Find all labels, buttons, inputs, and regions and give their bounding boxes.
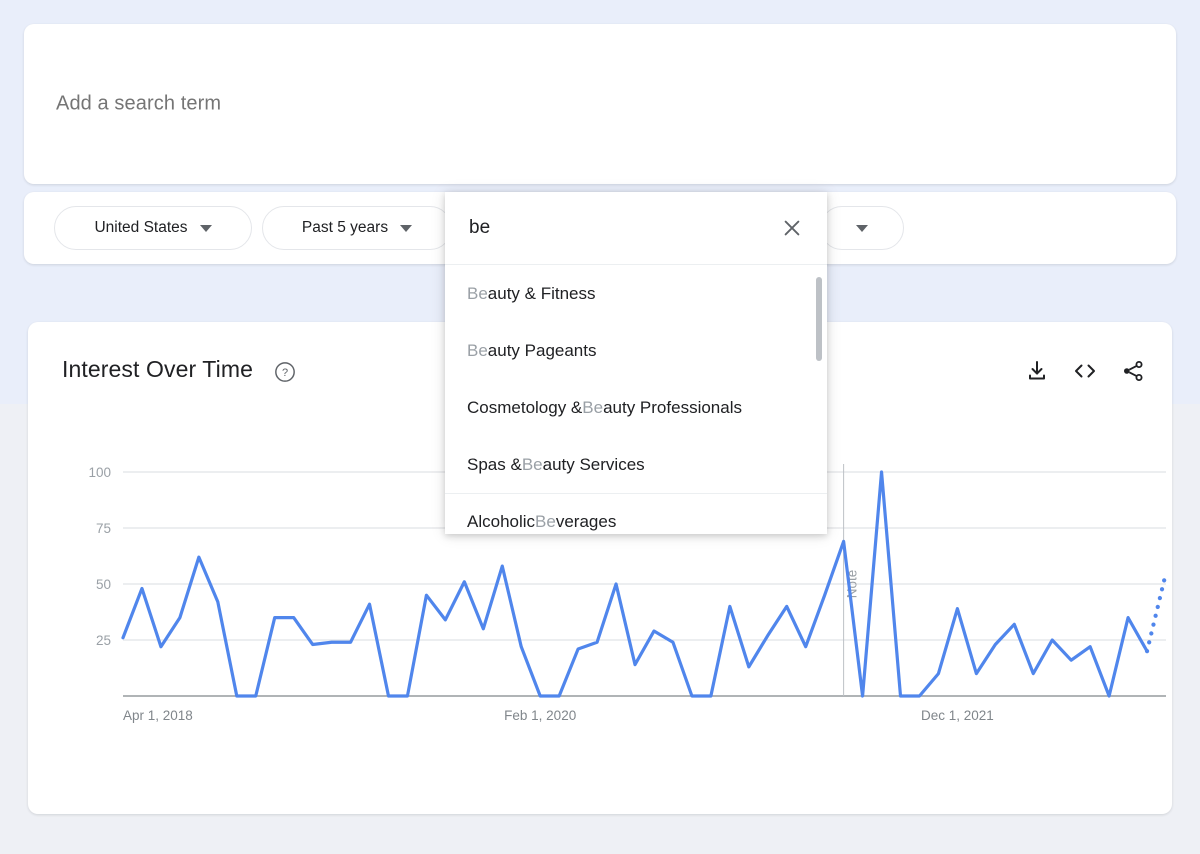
suggestion-rest-text: auty Professionals [603,397,742,417]
chevron-down-icon [856,224,868,232]
suggestion-item[interactable]: Be auty & Fitness [445,265,827,322]
suggestion-item[interactable]: Spas & Be auty Services [445,436,827,493]
filter-time-range[interactable]: Past 5 years [262,206,452,250]
chevron-down-icon [400,224,413,232]
suggestion-search-input[interactable] [467,216,747,240]
y-axis-tick-label: 25 [96,633,111,648]
x-axis-tick-label: Dec 1, 2021 [921,708,994,723]
suggestion-matched-text: Be [467,283,488,303]
x-axis-tick-label: Apr 1, 2018 [123,708,193,723]
suggestion-rest-text: auty & Fitness [487,283,596,303]
filter-time-range-label: Past 5 years [301,219,389,236]
search-term-card [24,24,1176,184]
suggestion-matched-text: Be [535,512,556,531]
chart-line-series [1144,570,1169,654]
suggestion-matched-text: Be [521,454,543,474]
search-term-input[interactable] [54,91,654,117]
x-axis-tick-label: Feb 1, 2020 [504,708,576,723]
chevron-down-icon [199,224,212,232]
help-circle-icon[interactable]: ? [274,361,296,383]
chart-actions [1024,358,1146,384]
y-axis-tick-label: 100 [88,465,111,480]
suggestion-prefix: Spas & [467,454,522,474]
search-suggestion-panel: Beauty & FitnessBeauty PageantsCosmetolo… [445,192,827,534]
share-icon[interactable] [1120,358,1146,384]
y-axis-tick-label: 75 [96,521,111,536]
suggestion-rest-text: auty Services [542,454,645,474]
suggestion-matched-text: Be [467,340,488,360]
filter-category[interactable] [820,206,904,250]
close-icon[interactable] [779,215,805,241]
suggestion-item[interactable]: Alcoholic Be verages [445,493,827,534]
filter-country[interactable]: United States [54,206,252,250]
suggestion-input-row [445,192,827,265]
suggestion-list[interactable]: Be auty & Fitness Be auty Pageants Cosmetolo… [445,265,827,534]
trends-page: United States Past 5 years Beauty & Fitn… [0,0,1200,854]
suggestion-rest-text: auty Pageants [487,340,597,360]
embed-code-icon[interactable] [1072,358,1098,384]
svg-text:?: ? [282,367,288,379]
y-axis-tick-label: 50 [96,577,111,592]
suggestion-item[interactable]: Be auty Pageants [445,322,827,379]
suggestion-rest-text: verages [555,512,617,531]
suggestion-item[interactable]: Cosmetology & Be auty Professionals [445,379,827,436]
suggestion-scrollbar-thumb[interactable] [816,277,822,361]
suggestion-prefix: Alcoholic [467,512,536,531]
filter-country-label: United States [94,219,188,236]
suggestion-matched-text: Be [582,397,604,417]
suggestion-prefix: Cosmetology & [467,397,583,417]
download-icon[interactable] [1024,358,1050,384]
page-title: Interest Over Time [62,356,253,382]
